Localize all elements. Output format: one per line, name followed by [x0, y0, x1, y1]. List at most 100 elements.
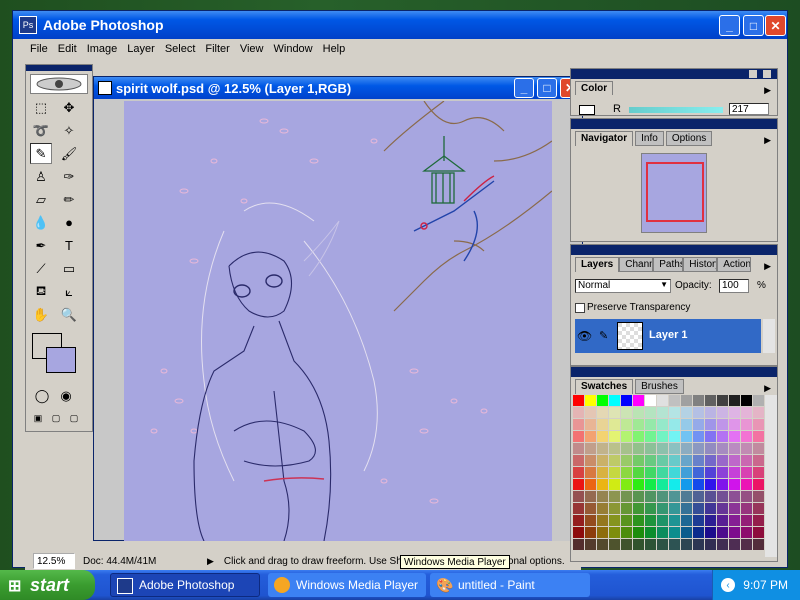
brush-link-icon[interactable]: ✎ — [599, 329, 608, 342]
swatch[interactable] — [729, 455, 740, 466]
standard-mode-icon[interactable]: ◯ — [32, 387, 52, 405]
swatch[interactable] — [669, 539, 680, 550]
swatch[interactable] — [705, 527, 716, 538]
swatch[interactable] — [645, 527, 656, 538]
swatch[interactable] — [681, 407, 692, 418]
swatch[interactable] — [585, 431, 596, 442]
swatch[interactable] — [693, 455, 704, 466]
swatch[interactable] — [621, 503, 632, 514]
swatch[interactable] — [753, 479, 764, 490]
swatch[interactable] — [597, 515, 608, 526]
swatch[interactable] — [681, 455, 692, 466]
swatch[interactable] — [681, 395, 692, 406]
swatch[interactable] — [633, 395, 644, 406]
swatch[interactable] — [717, 443, 728, 454]
swatch[interactable] — [621, 467, 632, 478]
swatch[interactable] — [705, 443, 716, 454]
swatch[interactable] — [645, 455, 656, 466]
layers-menu-arrow-icon[interactable]: ▶ — [764, 261, 771, 272]
swatch[interactable] — [729, 539, 740, 550]
swatch[interactable] — [621, 431, 632, 442]
quick-mask-icon[interactable]: ◉ — [56, 387, 76, 405]
blend-mode-select[interactable]: Normal ▼ — [575, 279, 671, 293]
swatch[interactable] — [717, 395, 728, 406]
swatch[interactable] — [753, 395, 764, 406]
swatch[interactable] — [729, 443, 740, 454]
swatch[interactable] — [681, 491, 692, 502]
swatch[interactable] — [669, 491, 680, 502]
swatch[interactable] — [705, 467, 716, 478]
swatch[interactable] — [717, 515, 728, 526]
swatch[interactable] — [717, 479, 728, 490]
swatch[interactable] — [597, 419, 608, 430]
menu-help[interactable]: Help — [318, 43, 351, 55]
hand-tool-icon[interactable]: ✋ — [30, 304, 52, 325]
tab-actions[interactable]: Actions — [717, 257, 752, 272]
swatch[interactable] — [609, 407, 620, 418]
paint-bucket-icon[interactable]: ⛾ — [30, 281, 52, 302]
swatch[interactable] — [669, 419, 680, 430]
minimize-button[interactable]: _ — [719, 15, 740, 36]
swatch[interactable] — [669, 503, 680, 514]
background-color-swatch[interactable] — [46, 347, 76, 373]
toolbox-header[interactable] — [26, 65, 92, 71]
lasso-tool-icon[interactable]: ➰ — [30, 120, 52, 141]
menu-file[interactable]: File — [25, 43, 53, 55]
swatch[interactable] — [729, 467, 740, 478]
tab-layers[interactable]: Layers — [575, 257, 620, 272]
swatch[interactable] — [717, 527, 728, 538]
task-paint[interactable]: 🎨 untitled - Paint — [430, 573, 590, 597]
airbrush-tool-icon[interactable]: ✎ — [30, 143, 52, 164]
swatch[interactable] — [705, 431, 716, 442]
pen-tool-icon[interactable]: ✒ — [30, 235, 52, 256]
swatch[interactable] — [681, 503, 692, 514]
swatch[interactable] — [741, 419, 752, 430]
swatch[interactable] — [597, 455, 608, 466]
swatch[interactable] — [717, 491, 728, 502]
swatch[interactable] — [645, 431, 656, 442]
eye-visibility-icon[interactable]: 👁 — [577, 329, 592, 343]
status-arrow-icon[interactable]: ▶ — [207, 556, 214, 567]
swatch[interactable] — [633, 467, 644, 478]
swatch[interactable] — [609, 491, 620, 502]
swatch[interactable] — [753, 515, 764, 526]
swatch[interactable] — [669, 407, 680, 418]
swatch[interactable] — [717, 503, 728, 514]
maximize-button[interactable]: □ — [743, 15, 764, 36]
swatch[interactable] — [693, 467, 704, 478]
swatch[interactable] — [657, 539, 668, 550]
task-photoshop[interactable]: Adobe Photoshop — [110, 573, 260, 597]
swatch[interactable] — [729, 491, 740, 502]
swatch[interactable] — [621, 407, 632, 418]
swatch[interactable] — [597, 431, 608, 442]
zoom-field[interactable]: 12.5% — [33, 553, 75, 569]
swatch[interactable] — [753, 503, 764, 514]
swatch[interactable] — [585, 395, 596, 406]
task-media-player[interactable]: Windows Media Player — [268, 573, 426, 597]
swatch[interactable] — [597, 527, 608, 538]
layer-row[interactable]: 👁 ✎ Layer 1 — [575, 319, 761, 353]
swatch[interactable] — [657, 527, 668, 538]
swatch[interactable] — [621, 515, 632, 526]
swatch[interactable] — [633, 455, 644, 466]
swatch[interactable] — [633, 527, 644, 538]
swatch[interactable] — [645, 419, 656, 430]
swatch[interactable] — [669, 515, 680, 526]
swatch[interactable] — [645, 443, 656, 454]
swatch[interactable] — [573, 395, 584, 406]
swatch[interactable] — [657, 443, 668, 454]
swatch[interactable] — [645, 491, 656, 502]
swatch[interactable] — [717, 407, 728, 418]
swatch[interactable] — [633, 443, 644, 454]
swatch[interactable] — [693, 491, 704, 502]
swatch[interactable] — [573, 443, 584, 454]
layers-scrollbar[interactable] — [763, 319, 775, 353]
swatch[interactable] — [573, 491, 584, 502]
tab-info[interactable]: Info — [635, 131, 664, 146]
swatch[interactable] — [741, 515, 752, 526]
swatch[interactable] — [609, 503, 620, 514]
swatch[interactable] — [705, 395, 716, 406]
swatch[interactable] — [585, 515, 596, 526]
swatch[interactable] — [585, 443, 596, 454]
swatch[interactable] — [633, 503, 644, 514]
